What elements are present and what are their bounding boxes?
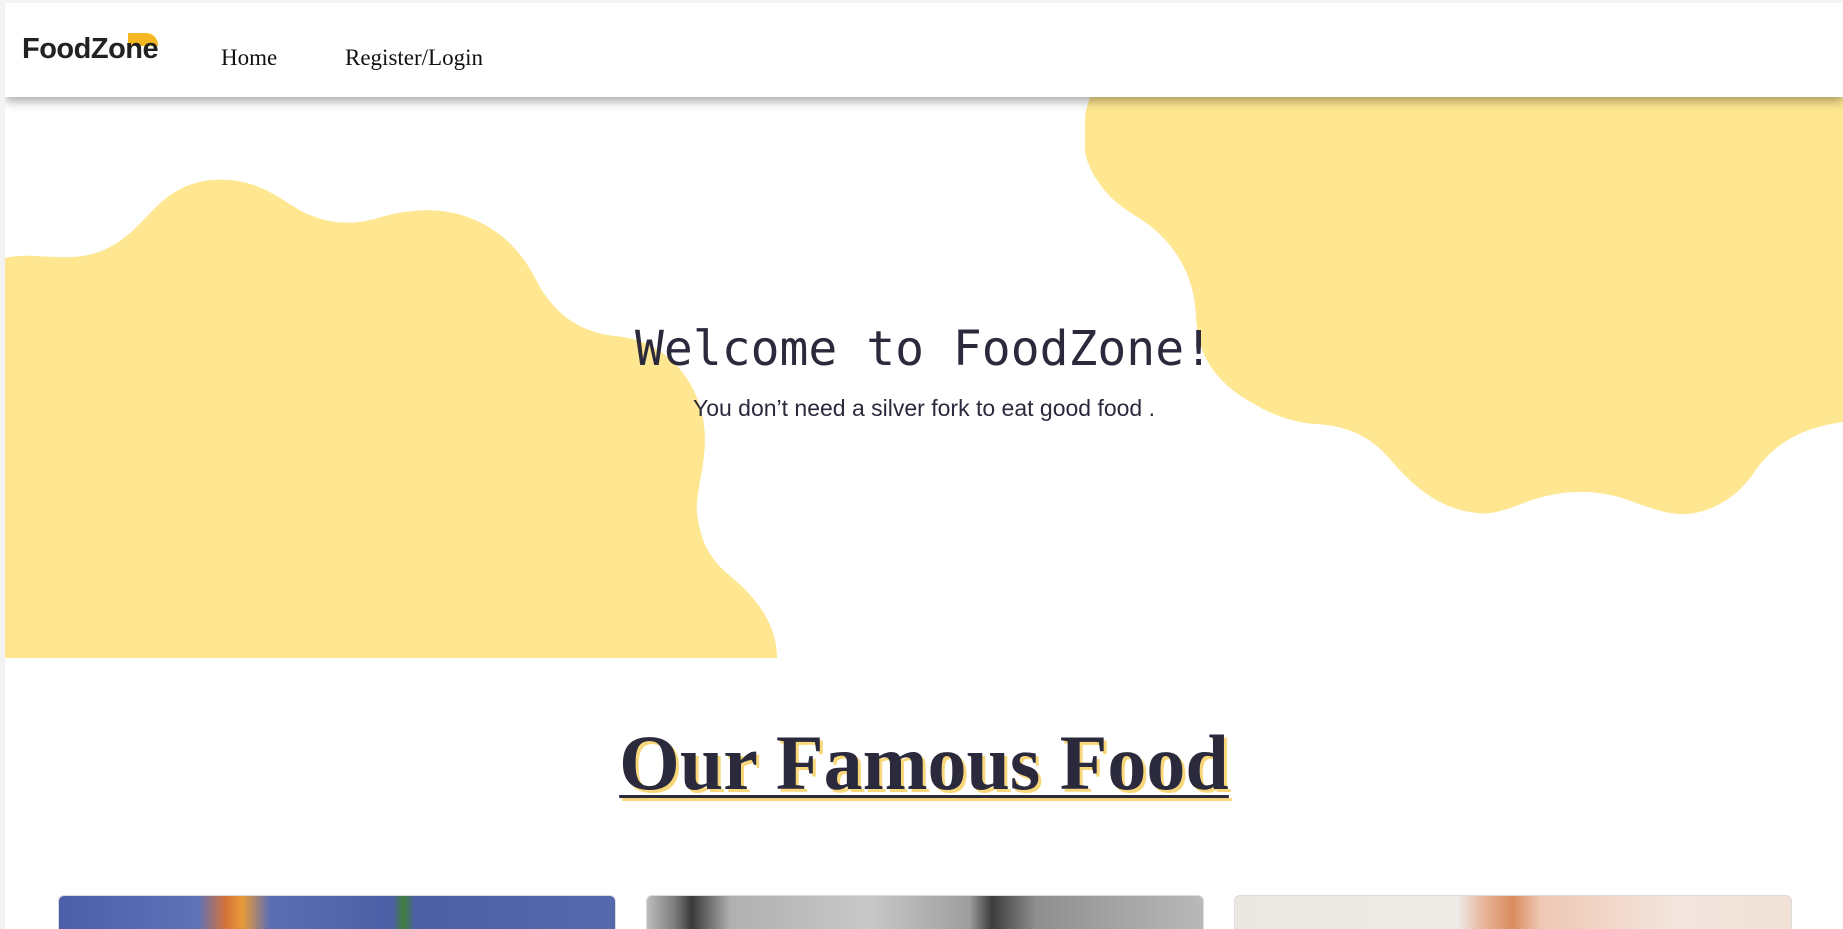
nav-home-link[interactable]: Home xyxy=(221,45,277,71)
food-card-1[interactable] xyxy=(58,895,616,929)
food-card-3[interactable] xyxy=(1234,895,1792,929)
right-blob-decoration xyxy=(1085,97,1843,515)
logo-text: FoodZone xyxy=(22,33,159,65)
section-title: Our Famous Food xyxy=(619,719,1229,806)
logo[interactable]: FoodZone xyxy=(22,33,159,73)
food-card-1-image xyxy=(59,896,615,929)
food-card-3-image xyxy=(1235,896,1791,929)
hero-title: Welcome to FoodZone! xyxy=(635,321,1213,377)
navbar: FoodZone Home Register/Login xyxy=(5,3,1843,97)
page: FoodZone Home Register/Login Welcome to … xyxy=(5,3,1843,929)
food-card-2-image xyxy=(647,896,1203,929)
nav-register-login-link[interactable]: Register/Login xyxy=(345,45,483,71)
food-card-2[interactable] xyxy=(646,895,1204,929)
hero-subtitle: You don’t need a silver fork to eat good… xyxy=(692,395,1156,421)
